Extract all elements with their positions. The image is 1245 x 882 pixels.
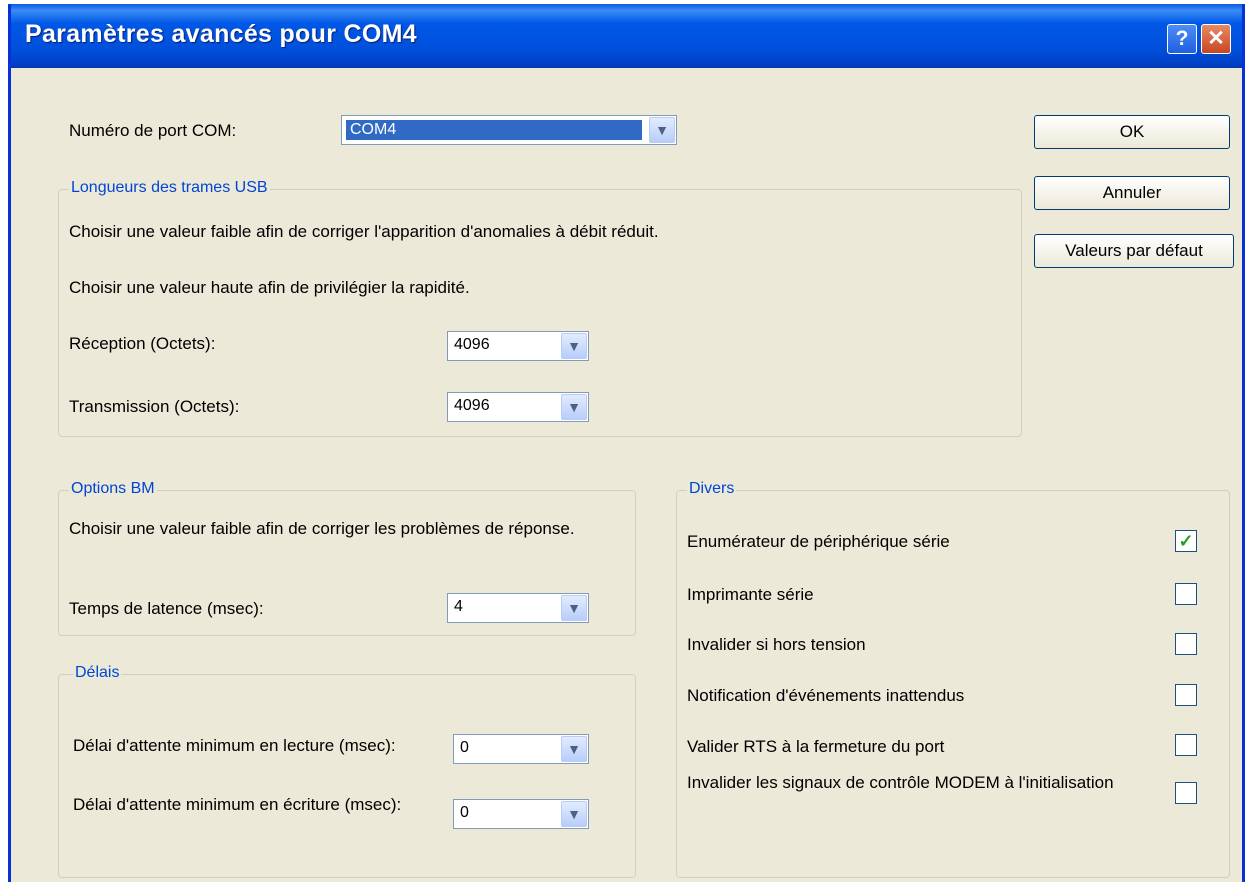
reception-select[interactable]: 4096 ▼ xyxy=(447,331,589,361)
title-bar: Paramètres avancés pour COM4 ? ✕ xyxy=(11,4,1242,68)
cancel-button[interactable]: Annuler xyxy=(1034,176,1230,210)
misc-group-title: Divers xyxy=(687,480,737,498)
port-value: COM4 xyxy=(346,120,642,140)
usb-desc-high: Choisir une valeur haute afin de privilé… xyxy=(69,278,470,297)
transmission-select[interactable]: 4096 ▼ xyxy=(447,392,589,422)
dialog-window: Paramètres avancés pour COM4 ? ✕ Numéro … xyxy=(8,4,1245,882)
chevron-down-icon: ▼ xyxy=(561,595,587,621)
serial-enumerator-checkbox[interactable]: ✓ xyxy=(1175,530,1197,552)
chevron-down-icon: ▼ xyxy=(649,117,675,143)
transmission-value: 4096 xyxy=(454,397,490,414)
ok-button[interactable]: OK xyxy=(1034,115,1230,149)
bm-desc: Choisir une valeur faible afin de corrig… xyxy=(69,519,575,538)
write-timeout-label: Délai d'attente minimum en écriture (mse… xyxy=(73,795,402,814)
modem-signals-label: Invalider les signaux de contrôle MODEM … xyxy=(687,773,1114,792)
usb-group-title: Longueurs des trames USB xyxy=(69,179,270,197)
help-button[interactable]: ? xyxy=(1167,24,1197,54)
read-timeout-value: 0 xyxy=(460,739,469,756)
port-select[interactable]: COM4 ▼ xyxy=(341,115,677,145)
help-icon: ? xyxy=(1175,27,1189,50)
reception-value: 4096 xyxy=(454,336,490,353)
check-icon: ✓ xyxy=(1178,531,1194,551)
unexpected-events-label: Notification d'événements inattendus xyxy=(687,686,965,705)
chevron-down-icon: ▼ xyxy=(561,333,587,359)
rts-close-checkbox[interactable] xyxy=(1175,734,1197,756)
serial-enumerator-label: Enumérateur de périphérique série xyxy=(687,532,950,551)
delays-group-title: Délais xyxy=(73,664,122,682)
unexpected-events-checkbox[interactable] xyxy=(1175,684,1197,706)
write-timeout-select[interactable]: 0 ▼ xyxy=(453,799,589,829)
chevron-down-icon: ▼ xyxy=(561,736,587,762)
latency-label: Temps de latence (msec): xyxy=(69,599,264,618)
power-off-checkbox[interactable] xyxy=(1175,633,1197,655)
serial-printer-checkbox[interactable] xyxy=(1175,583,1197,605)
bm-group-title: Options BM xyxy=(69,480,157,498)
reception-label: Réception (Octets): xyxy=(69,334,216,353)
power-off-label: Invalider si hors tension xyxy=(687,635,866,654)
transmission-label: Transmission (Octets): xyxy=(69,397,240,416)
latency-select[interactable]: 4 ▼ xyxy=(447,593,589,623)
rts-close-label: Valider RTS à la fermeture du port xyxy=(687,737,945,756)
usb-desc-low: Choisir une valeur faible afin de corrig… xyxy=(69,222,659,241)
close-button[interactable]: ✕ xyxy=(1201,24,1231,54)
port-label: Numéro de port COM: xyxy=(69,121,237,140)
latency-value: 4 xyxy=(454,598,463,615)
write-timeout-value: 0 xyxy=(460,804,469,821)
read-timeout-select[interactable]: 0 ▼ xyxy=(453,734,589,764)
modem-signals-checkbox[interactable] xyxy=(1175,782,1197,804)
chevron-down-icon: ▼ xyxy=(561,394,587,420)
close-icon: ✕ xyxy=(1207,27,1225,50)
delays-group xyxy=(58,674,636,878)
window-title: Paramètres avancés pour COM4 xyxy=(25,20,417,48)
read-timeout-label: Délai d'attente minimum en lecture (msec… xyxy=(73,736,396,755)
defaults-button[interactable]: Valeurs par défaut xyxy=(1034,234,1234,268)
serial-printer-label: Imprimante série xyxy=(687,585,814,604)
chevron-down-icon: ▼ xyxy=(561,801,587,827)
